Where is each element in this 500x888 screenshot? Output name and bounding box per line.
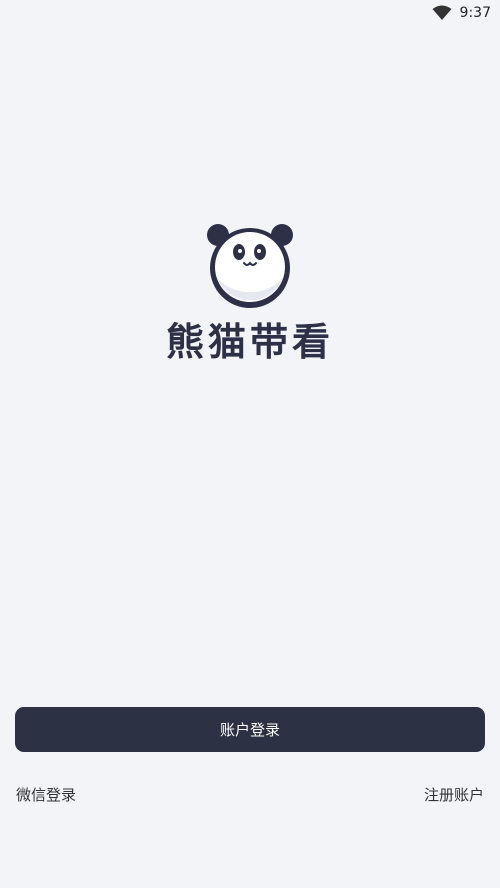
app-name: 熊猫带看	[165, 320, 334, 364]
account-login-button[interactable]: 账户登录	[15, 707, 485, 752]
panda-icon	[207, 224, 293, 308]
register-link[interactable]: 注册账户	[424, 784, 484, 805]
wechat-login-link[interactable]: 微信登录	[16, 784, 76, 805]
status-time: 9:37	[459, 5, 491, 21]
wifi-icon	[432, 5, 452, 20]
status-bar: 9:37	[0, 0, 500, 28]
